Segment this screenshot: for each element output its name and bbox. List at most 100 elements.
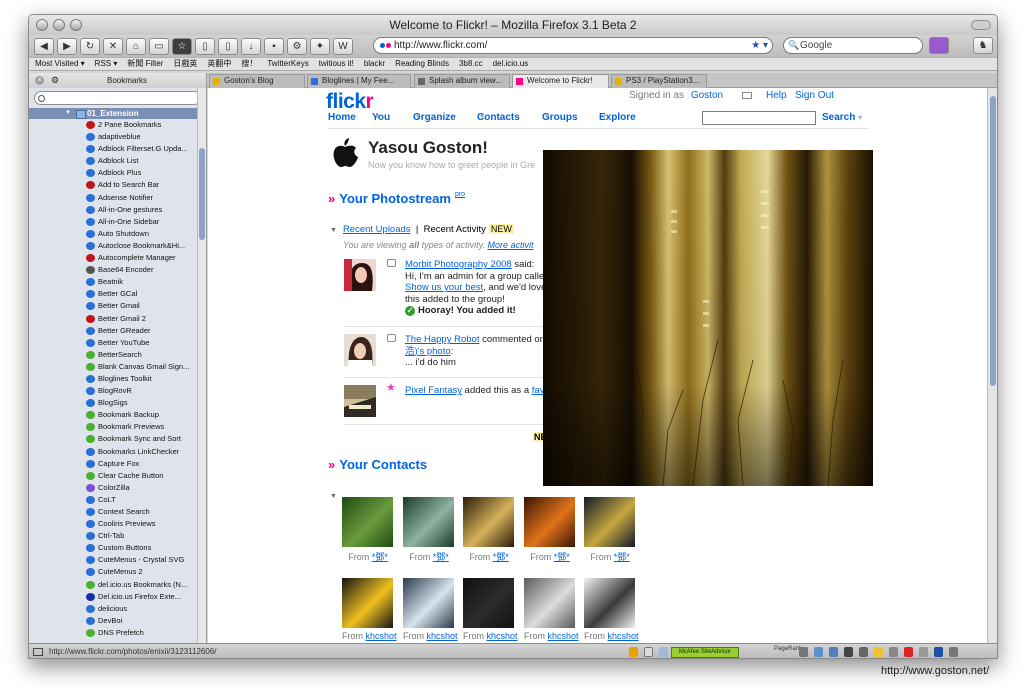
downloads-button[interactable]: ↓: [241, 37, 261, 55]
bookmark-item[interactable]: Capture Fox: [29, 458, 206, 470]
contact-photo-tile[interactable]: From *鄧*: [584, 497, 636, 563]
siteadvisor-badge[interactable]: McAfee SiteAdvisor: [671, 647, 739, 658]
bookmark-item[interactable]: CuteMenus - Crystal SVG: [29, 554, 206, 566]
bookmark-item[interactable]: ColorZilla: [29, 482, 206, 494]
bookmark-item[interactable]: DevBoi: [29, 615, 206, 627]
bookmark-item[interactable]: Better GReader: [29, 325, 206, 337]
bookmark-item[interactable]: Bookmark Sync and Sort: [29, 433, 206, 445]
translate-button[interactable]: W: [333, 37, 353, 55]
bookmark-item[interactable]: Bookmark Backup: [29, 409, 206, 421]
contact-photo-tile[interactable]: From *鄧*: [342, 497, 394, 563]
page-scroll-thumb[interactable]: [990, 96, 996, 386]
help-link[interactable]: Help: [766, 90, 787, 101]
close-window-button[interactable]: [36, 19, 48, 31]
bloglines-icon[interactable]: [934, 647, 943, 657]
addon-icon[interactable]: [949, 647, 958, 657]
bookmark-item[interactable]: Blank Canvas Gmail Sign...: [29, 361, 206, 373]
bookmark-item[interactable]: Autoclose Bookmark&Hi...: [29, 240, 206, 252]
checkbox-icon[interactable]: [844, 647, 853, 657]
bookmark-item[interactable]: Adsense Notifier: [29, 192, 206, 204]
addon-icon[interactable]: [799, 647, 808, 657]
bookmark-toolbar-item[interactable]: TwitterKeys: [267, 59, 308, 68]
flickr-search-input[interactable]: [702, 111, 816, 125]
folder-01-extension[interactable]: 01_Extension: [29, 108, 206, 119]
bookmark-item[interactable]: Adblock List: [29, 155, 206, 167]
sidebar-button[interactable]: ▯: [195, 37, 215, 55]
contact-photo-tile[interactable]: From *鄧*: [403, 497, 455, 563]
user-avatar[interactable]: [344, 334, 376, 366]
bookmark-toolbar-item[interactable]: 搜！: [241, 59, 257, 68]
back-button[interactable]: ◀: [34, 37, 54, 55]
bookmark-item[interactable]: Auto Shutdown: [29, 228, 206, 240]
contact-photo-thumbnail[interactable]: [463, 497, 514, 547]
bookmark-item[interactable]: del.icio.us Bookmarks (N...: [29, 579, 206, 591]
bookmark-item[interactable]: Better Gmail 2: [29, 313, 206, 325]
reload-button[interactable]: ↻: [80, 37, 100, 55]
bookmark-item[interactable]: Beatnik: [29, 276, 206, 288]
bookmark-toolbar-item[interactable]: Most Visited ▾: [35, 59, 85, 68]
bookmark-item[interactable]: adaptiveblue: [29, 131, 206, 143]
mail-icon[interactable]: [742, 92, 752, 99]
settings-gear-icon[interactable]: ⚙: [287, 37, 307, 55]
contact-name-link[interactable]: *鄧*: [433, 552, 449, 562]
home-button[interactable]: ⌂: [126, 37, 146, 55]
adblock-icon[interactable]: [904, 647, 913, 657]
bookmark-item[interactable]: Custom Buttons: [29, 542, 206, 554]
contact-photo-thumbnail[interactable]: [342, 578, 393, 628]
stop-button[interactable]: ✕: [103, 37, 123, 55]
username-link[interactable]: Goston: [691, 90, 723, 101]
save-button[interactable]: ▪: [264, 37, 284, 55]
browser-tab[interactable]: Goston's Blog: [209, 74, 305, 88]
bookmark-item[interactable]: Adblock Plus: [29, 167, 206, 179]
smiley-icon[interactable]: [874, 647, 883, 657]
activity-user-link[interactable]: Pixel Fantasy: [405, 385, 462, 396]
contact-name-link[interactable]: *鄧*: [493, 552, 509, 562]
bookmark-item[interactable]: Better GCal: [29, 288, 206, 300]
tab-recent-uploads[interactable]: Recent Uploads: [343, 224, 411, 235]
flickr-search-button[interactable]: Search ▾: [822, 112, 862, 123]
photo-preview-overlay[interactable]: [543, 150, 873, 486]
contact-photo-thumbnail[interactable]: [463, 578, 514, 628]
page-scrollbar[interactable]: [987, 88, 997, 643]
contact-photo-tile[interactable]: From khcshot: [463, 578, 518, 641]
wrench-icon[interactable]: [629, 647, 638, 657]
pro-badge[interactable]: pro: [455, 191, 465, 198]
close-icon[interactable]: [889, 647, 898, 657]
bookmark-item[interactable]: Better Gmail: [29, 300, 206, 312]
bookmark-toolbar-item[interactable]: 英翻中: [207, 59, 231, 68]
zoom-window-button[interactable]: [70, 19, 82, 31]
more-activity-link[interactable]: More activit: [487, 240, 533, 250]
contact-photo-thumbnail[interactable]: [403, 497, 454, 547]
bookmark-toolbar-item[interactable]: 新聞 Filter: [127, 59, 163, 68]
bookmark-item[interactable]: Ctrl-Tab: [29, 530, 206, 542]
contact-photo-thumbnail[interactable]: [403, 578, 454, 628]
bookmark-item[interactable]: All-in-One gestures: [29, 204, 206, 216]
bookmark-item[interactable]: Bookmark Previews: [29, 421, 206, 433]
contacts-heading[interactable]: » Your Contacts: [328, 457, 427, 472]
bookmark-item[interactable]: Base64 Encoder: [29, 264, 206, 276]
bookmark-item[interactable]: All-in-One Sidebar: [29, 216, 206, 228]
contact-photo-thumbnail[interactable]: [342, 497, 393, 547]
browser-tab[interactable]: Bloglines | My Fee...: [307, 74, 411, 88]
buddy-icon[interactable]: [332, 138, 358, 168]
bookmark-item[interactable]: BlogRovR: [29, 385, 206, 397]
contact-name-link[interactable]: *鄧*: [554, 552, 570, 562]
sign-out-link[interactable]: Sign Out: [795, 90, 834, 101]
bookmark-item[interactable]: Better YouTube: [29, 337, 206, 349]
web-search-box[interactable]: 🔍 Google: [783, 37, 923, 54]
user-avatar[interactable]: [344, 259, 376, 291]
contact-photo-tile[interactable]: From khcshot: [403, 578, 458, 641]
sidebar-scroll-thumb[interactable]: [199, 148, 205, 240]
extension-button[interactable]: ✦: [310, 37, 330, 55]
collapse-arrow-icon[interactable]: ▼: [330, 227, 337, 234]
addon-icon[interactable]: [814, 647, 823, 657]
photostream-heading[interactable]: » Your Photostream pro: [328, 191, 465, 206]
nav-home[interactable]: Home: [328, 112, 356, 123]
bookmark-toolbar-item[interactable]: twitious it!: [319, 59, 354, 68]
bookmark-item[interactable]: BlogSigs: [29, 397, 206, 409]
contact-name-link[interactable]: *鄧*: [614, 552, 630, 562]
tab-recent-activity[interactable]: Recent Activity: [424, 224, 486, 235]
bookmark-item[interactable]: Cooliris Previews: [29, 518, 206, 530]
bookmark-item[interactable]: Bookmarks LinkChecker: [29, 446, 206, 458]
bookmark-item[interactable]: delicious: [29, 603, 206, 615]
